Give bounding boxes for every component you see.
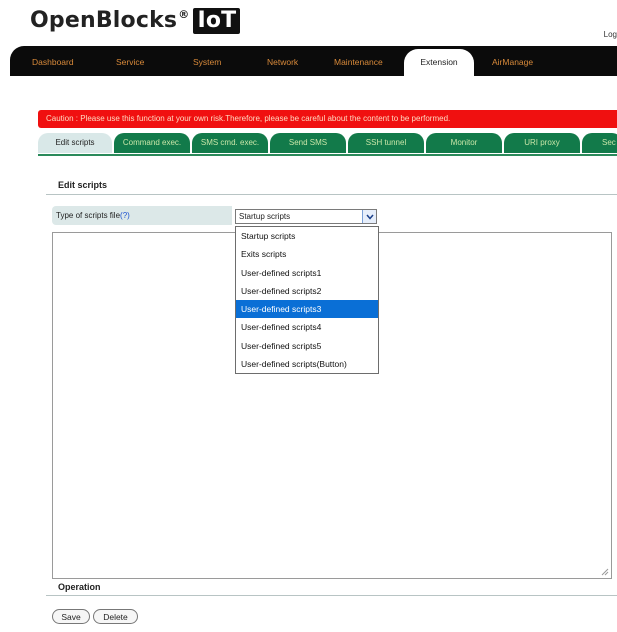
nav-network[interactable]: Network bbox=[267, 57, 298, 67]
dropdown-option[interactable]: Exits scripts bbox=[236, 245, 378, 263]
caution-banner: Caution : Please use this function at yo… bbox=[38, 110, 617, 128]
save-button[interactable]: Save bbox=[52, 609, 90, 624]
dropdown-option[interactable]: User-defined scripts(Button) bbox=[236, 355, 378, 373]
scripts-type-dropdown: Startup scripts Exits scripts User-defin… bbox=[235, 226, 379, 375]
tab-command-exec[interactable]: Command exec. bbox=[114, 133, 190, 153]
help-link[interactable]: (?) bbox=[120, 211, 130, 220]
tab-sec[interactable]: Sec bbox=[582, 133, 617, 153]
operation-heading: Operation bbox=[46, 581, 617, 596]
extension-tabs: Edit scripts Command exec. SMS cmd. exec… bbox=[38, 133, 617, 156]
select-current-value: Startup scripts bbox=[239, 212, 291, 221]
nav-dashboard[interactable]: Dashboard bbox=[32, 57, 74, 67]
tab-ssh-tunnel[interactable]: SSH tunnel bbox=[348, 133, 424, 153]
dropdown-option[interactable]: User-defined scripts5 bbox=[236, 337, 378, 355]
edit-scripts-heading: Edit scripts bbox=[46, 176, 617, 195]
nav-extension[interactable]: Extension bbox=[404, 49, 474, 76]
nav-maintenance[interactable]: Maintenance bbox=[334, 57, 383, 67]
main-navbar: Dashboard Service System Network Mainten… bbox=[10, 46, 617, 76]
scripts-type-label-text: Type of scripts file bbox=[56, 211, 121, 220]
dropdown-option[interactable]: Startup scripts bbox=[236, 227, 378, 245]
logo-iot-badge: IoT bbox=[193, 8, 241, 34]
tab-monitor[interactable]: Monitor bbox=[426, 133, 502, 153]
dropdown-option[interactable]: User-defined scripts2 bbox=[236, 282, 378, 300]
tab-uri-proxy[interactable]: URI proxy bbox=[504, 133, 580, 153]
scripts-type-label: Type of scripts file(?) bbox=[52, 206, 232, 225]
nav-system[interactable]: System bbox=[193, 57, 221, 67]
tab-sms-cmd-exec[interactable]: SMS cmd. exec. bbox=[192, 133, 268, 153]
dropdown-option-highlighted[interactable]: User-defined scripts3 bbox=[236, 300, 378, 319]
operation-title: Operation bbox=[58, 582, 101, 592]
nav-airmanage[interactable]: AirManage bbox=[492, 57, 533, 67]
edit-scripts-title: Edit scripts bbox=[58, 180, 108, 190]
resize-grip-icon[interactable] bbox=[601, 568, 609, 576]
scripts-type-select[interactable]: Startup scripts bbox=[235, 209, 377, 224]
openblocks-logo: OpenBlocks ® IoT bbox=[30, 8, 241, 34]
logo-text: OpenBlocks bbox=[30, 8, 178, 33]
tab-edit-scripts[interactable]: Edit scripts bbox=[38, 133, 112, 153]
logout-link[interactable]: Log bbox=[604, 30, 617, 39]
dropdown-option[interactable]: User-defined scripts4 bbox=[236, 318, 378, 336]
delete-button[interactable]: Delete bbox=[93, 609, 138, 624]
nav-service[interactable]: Service bbox=[116, 57, 144, 67]
dropdown-option[interactable]: User-defined scripts1 bbox=[236, 264, 378, 282]
logo-registered-mark: ® bbox=[178, 8, 190, 21]
chevron-down-icon[interactable] bbox=[362, 210, 376, 223]
tab-send-sms[interactable]: Send SMS bbox=[270, 133, 346, 153]
